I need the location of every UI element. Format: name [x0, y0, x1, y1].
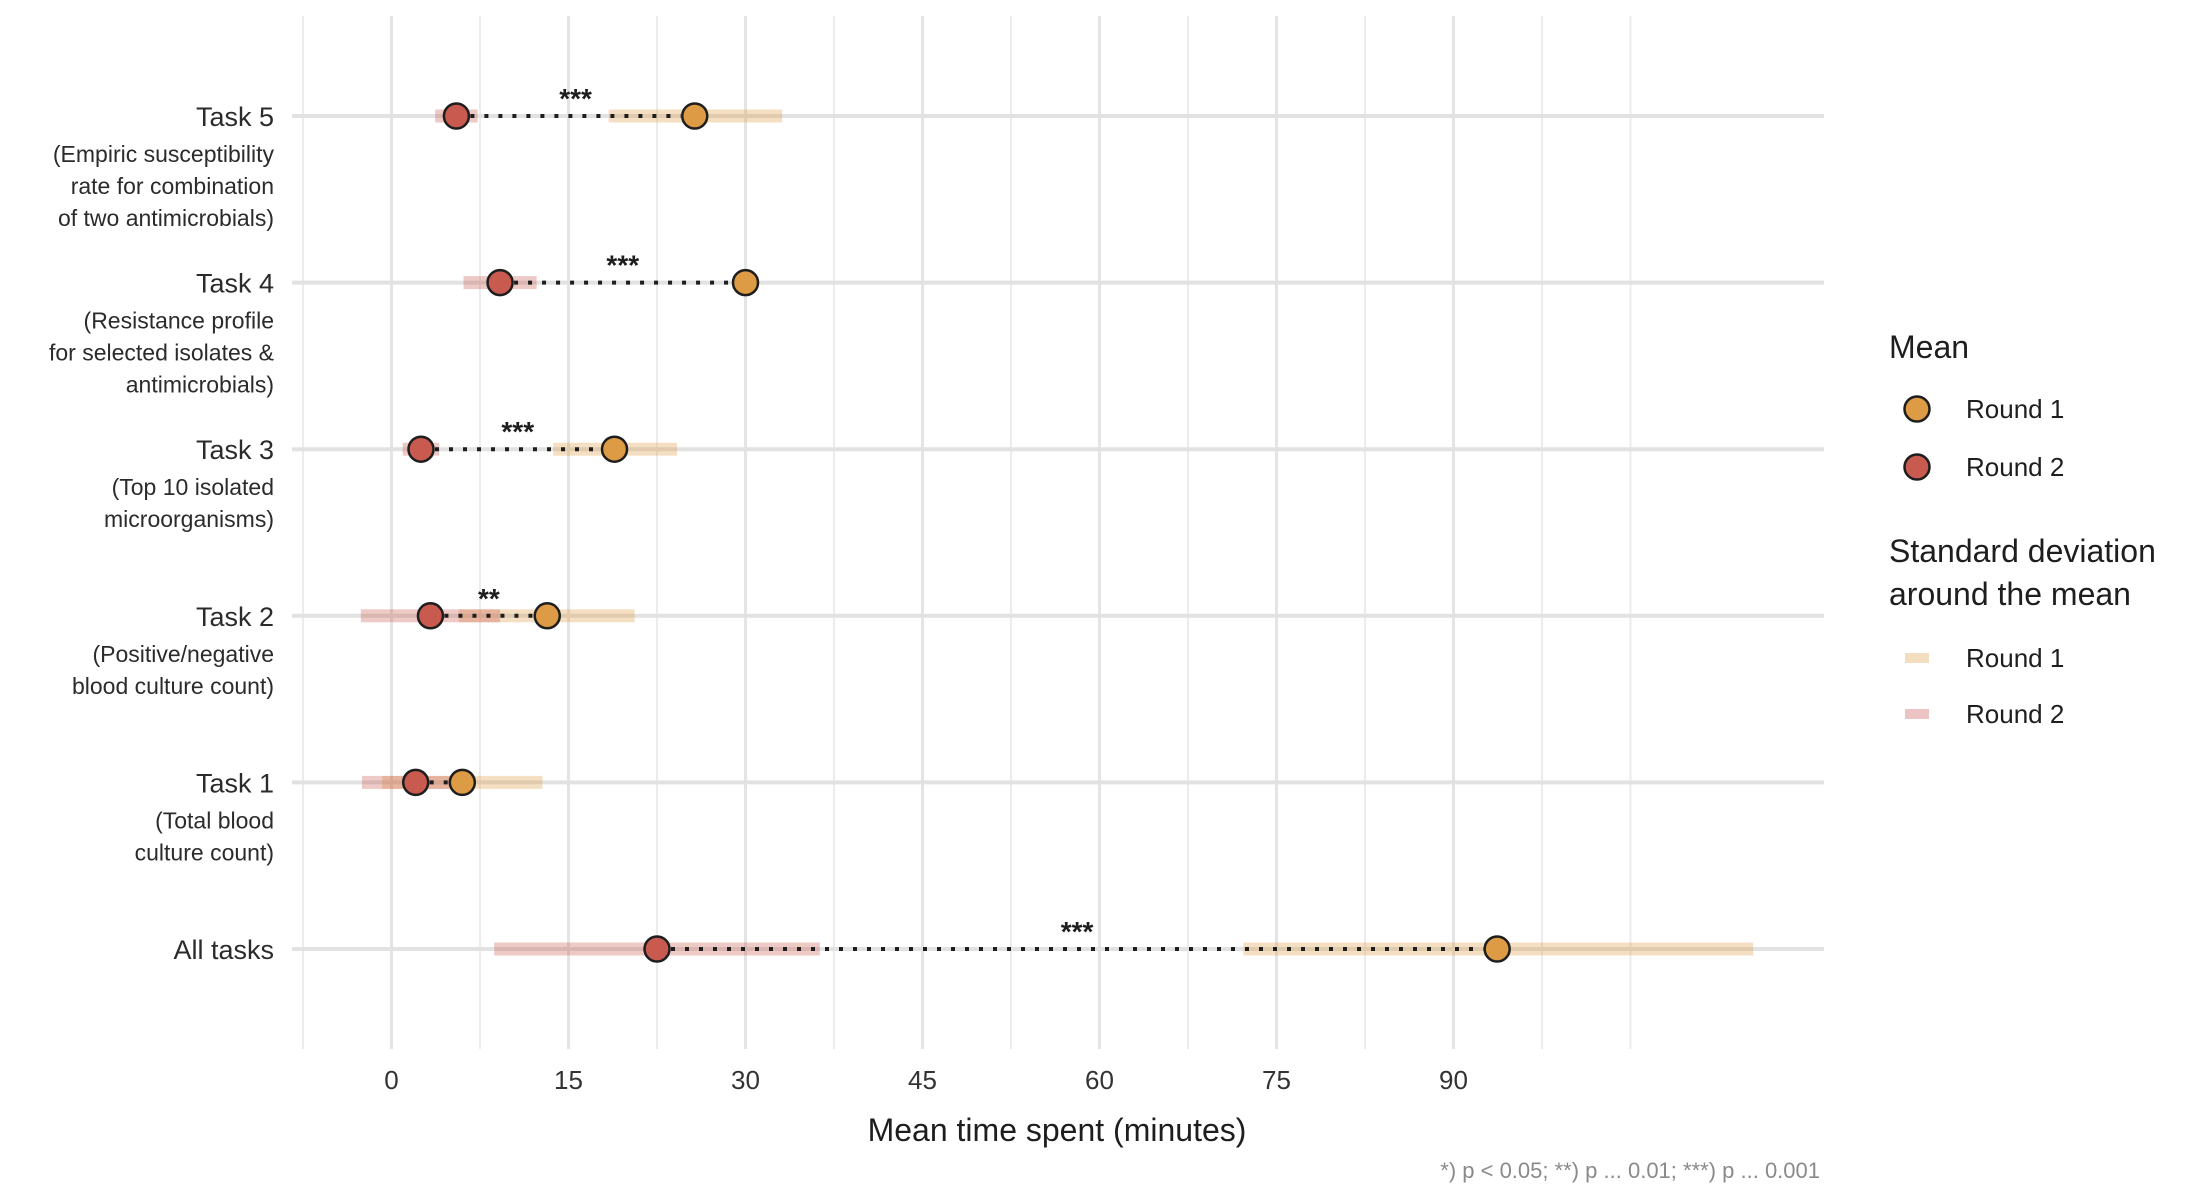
category-row: ***	[292, 916, 1824, 963]
y-category-sublabel: of two antimicrobials)	[58, 205, 274, 231]
y-category-sublabel: microorganisms)	[104, 506, 274, 532]
y-category-sublabel: rate for combination	[71, 173, 274, 199]
legend: Mean Round 1 Round 2 Standard deviation …	[1889, 329, 2156, 729]
legend-title-mean: Mean	[1889, 329, 1969, 365]
mean-point-round-2	[407, 435, 435, 463]
y-category-sublabel: (Resistance profile	[84, 308, 274, 334]
mean-point-round-1	[1483, 935, 1511, 963]
mean-point-round-1	[448, 768, 477, 797]
x-tick-label: 15	[554, 1065, 583, 1095]
y-category-sublabel: (Positive/negative	[92, 641, 274, 667]
x-tick-label: 90	[1439, 1065, 1468, 1095]
y-category-sublabel: (Empiric susceptibility	[53, 141, 275, 167]
legend-key-sd-round-2	[1905, 709, 1929, 719]
significance-stars: ***	[606, 250, 639, 281]
y-category-sublabel: for selected isolates &	[49, 340, 274, 366]
y-category-label: Task 5	[196, 102, 274, 132]
significance-stars: ***	[559, 83, 592, 114]
category-row: ***	[292, 83, 1824, 130]
y-category-label: All tasks	[173, 935, 274, 965]
mean-point-round-1	[600, 435, 629, 463]
y-category-label: Task 4	[196, 269, 274, 299]
y-category-label: Task 1	[196, 768, 274, 798]
y-category-sublabel: antimicrobials)	[126, 372, 274, 398]
x-tick-label: 45	[908, 1065, 937, 1095]
y-category-sublabel: culture count)	[135, 839, 274, 865]
category-row	[292, 768, 1824, 797]
category-row: **	[292, 583, 1824, 630]
mean-point-round-2	[643, 935, 671, 963]
legend-key-mean-round-2	[1903, 453, 1931, 481]
legend-label-sd-round-2: Round 2	[1966, 699, 2064, 729]
dumbbell-chart: ************** Task 5(Empiric susceptibi…	[49, 16, 2156, 1183]
y-axis-labels: Task 5 (Empiric susceptibility rate for co…	[49, 102, 275, 965]
legend-label-mean-round-1: Round 1	[1966, 394, 2064, 424]
significance-stars: ***	[501, 416, 534, 447]
mean-point-round-2	[401, 768, 430, 797]
x-axis-ticks: 0 15 30 45 60 75 90	[384, 1065, 1468, 1095]
legend-title-sd-line-2: around the mean	[1889, 576, 2131, 612]
legend-label-mean-round-2: Round 2	[1966, 452, 2064, 482]
mean-point-round-2	[442, 102, 471, 130]
mean-point-round-2	[416, 602, 445, 630]
category-row: ***	[292, 250, 1824, 297]
y-category-sublabel: blood culture count)	[72, 673, 274, 699]
significance-caption: *) p < 0.05; **) p ... 0.01; ***) p ... …	[1440, 1158, 1820, 1183]
mean-point-round-1	[731, 268, 760, 297]
significance-stars: **	[478, 583, 500, 614]
category-rows: **************	[292, 83, 1824, 963]
x-axis-title: Mean time spent (minutes)	[868, 1112, 1247, 1148]
legend-key-mean-round-1	[1903, 395, 1931, 423]
y-category-sublabel: (Total blood	[155, 807, 274, 833]
mean-point-round-1	[681, 102, 709, 130]
legend-label-sd-round-1: Round 1	[1966, 643, 2064, 673]
x-tick-label: 60	[1085, 1065, 1114, 1095]
significance-stars: ***	[1061, 916, 1094, 947]
y-category-label: Task 3	[196, 435, 274, 465]
x-tick-label: 0	[384, 1065, 398, 1095]
legend-title-sd-line-1: Standard deviation	[1889, 533, 2156, 569]
mean-point-round-2	[486, 268, 514, 297]
y-category-sublabel: (Top 10 isolated	[112, 474, 274, 500]
gridlines	[302, 16, 1632, 1049]
legend-key-sd-round-1	[1905, 653, 1929, 663]
x-tick-label: 30	[731, 1065, 760, 1095]
mean-point-round-1	[533, 602, 562, 630]
category-row: ***	[292, 416, 1824, 463]
x-tick-label: 75	[1262, 1065, 1291, 1095]
y-category-label: Task 2	[196, 602, 274, 632]
